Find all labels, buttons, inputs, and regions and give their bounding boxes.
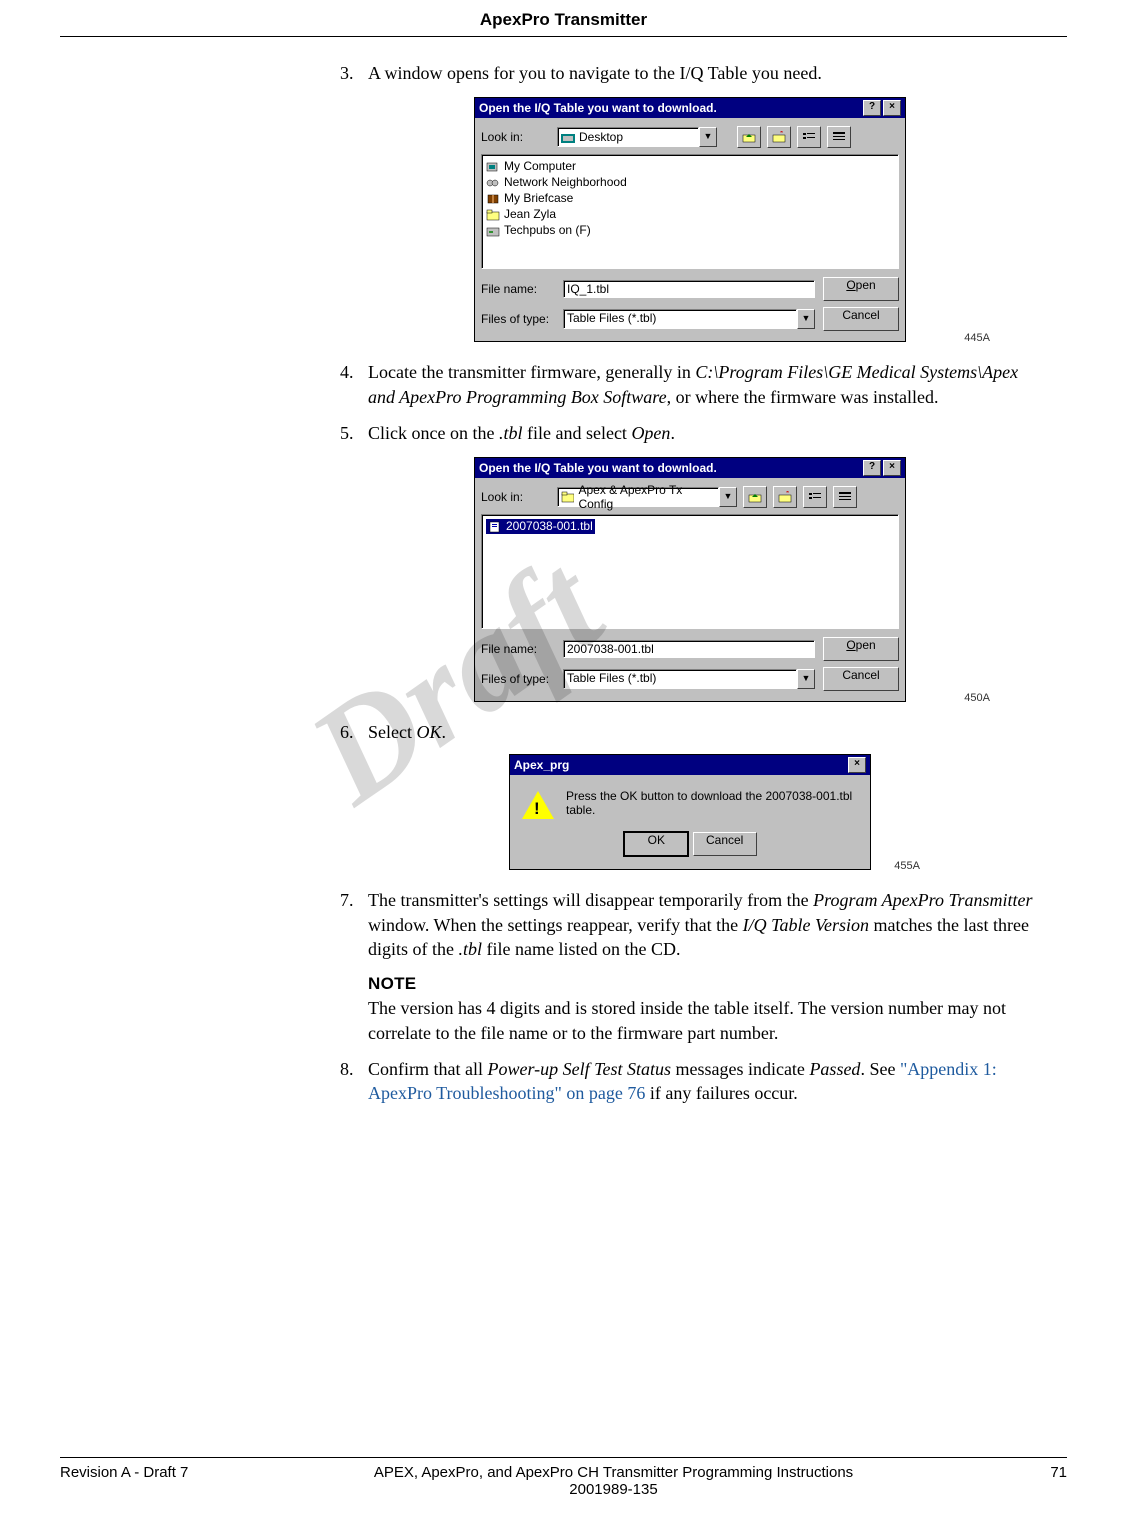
dialog-title: Open the I/Q Table you want to download.	[479, 461, 861, 475]
confirm-dialog: Apex_prg × Press the OK button to downlo…	[509, 754, 871, 870]
lookin-combo[interactable]: Apex & ApexPro Tx Config ▼	[557, 487, 737, 507]
step-6: 6. Select OK.	[340, 720, 1040, 744]
open-button[interactable]: Open	[823, 637, 899, 661]
filetype-combo[interactable]: Table Files (*.tbl) ▼	[563, 669, 815, 689]
chevron-down-icon[interactable]: ▼	[797, 309, 815, 329]
list-item[interactable]: Techpubs on (F)	[486, 223, 894, 238]
footer-revision: Revision A - Draft 7	[60, 1464, 260, 1498]
step-number: 4.	[340, 360, 368, 409]
file-listbox[interactable]: My Computer Network Neighborhood My Brie…	[481, 154, 899, 269]
list-item[interactable]: Jean Zyla	[486, 207, 894, 222]
filename-label: File name:	[481, 282, 555, 296]
lookin-label: Look in:	[481, 130, 551, 144]
note-body: The version has 4 digits and is stored i…	[368, 996, 1040, 1045]
dialog-titlebar: Open the I/Q Table you want to download.…	[475, 98, 905, 118]
dialog-title: Open the I/Q Table you want to download.	[479, 101, 861, 115]
step-8: 8. Confirm that all Power-up Self Test S…	[340, 1057, 1040, 1106]
close-icon[interactable]: ×	[883, 460, 901, 476]
step-text: Confirm that all Power-up Self Test Stat…	[368, 1057, 1040, 1106]
figure-ref: 450A	[964, 692, 990, 704]
step-text: Click once on the .tbl file and select O…	[368, 421, 1040, 445]
chevron-down-icon[interactable]: ▼	[719, 487, 737, 507]
new-folder-icon[interactable]: *	[773, 486, 797, 508]
help-icon[interactable]: ?	[863, 460, 881, 476]
list-item[interactable]: My Briefcase	[486, 191, 894, 206]
dialog-titlebar: Open the I/Q Table you want to download.…	[475, 458, 905, 478]
chevron-down-icon[interactable]: ▼	[797, 669, 815, 689]
step-text: Select OK.	[368, 720, 1040, 744]
step-text: The transmitter's settings will disappea…	[368, 888, 1040, 1044]
warning-icon	[522, 791, 554, 819]
details-view-icon[interactable]	[833, 486, 857, 508]
list-item[interactable]: Network Neighborhood	[486, 175, 894, 190]
step-number: 6.	[340, 720, 368, 744]
up-folder-icon[interactable]	[743, 486, 767, 508]
chevron-down-icon[interactable]: ▼	[699, 127, 717, 147]
figure-ref: 445A	[964, 332, 990, 344]
page-header: ApexPro Transmitter	[60, 10, 1067, 37]
list-item-selected[interactable]: 2007038-001.tbl	[486, 519, 595, 534]
dialog-titlebar: Apex_prg ×	[510, 755, 870, 775]
step-number: 3.	[340, 61, 368, 85]
note-heading: NOTE	[368, 973, 1040, 996]
filename-input[interactable]: IQ_1.tbl	[563, 280, 815, 298]
cancel-button[interactable]: Cancel	[693, 832, 757, 856]
cancel-button[interactable]: Cancel	[823, 667, 899, 691]
close-icon[interactable]: ×	[848, 757, 866, 773]
step-text: A window opens for you to navigate to th…	[368, 61, 1040, 85]
step-number: 7.	[340, 888, 368, 1044]
lookin-combo[interactable]: Desktop ▼	[557, 127, 717, 147]
new-folder-icon[interactable]: *	[767, 126, 791, 148]
dialog-title: Apex_prg	[514, 758, 846, 772]
step-4: 4. Locate the transmitter firmware, gene…	[340, 360, 1040, 409]
footer-title: APEX, ApexPro, and ApexPro CH Transmitte…	[260, 1464, 967, 1498]
help-icon[interactable]: ?	[863, 100, 881, 116]
open-dialog-2: Open the I/Q Table you want to download.…	[474, 457, 906, 702]
close-icon[interactable]: ×	[883, 100, 901, 116]
dialog-message: Press the OK button to download the 2007…	[566, 789, 858, 817]
figure-ref: 455A	[894, 860, 920, 872]
filetype-combo[interactable]: Table Files (*.tbl) ▼	[563, 309, 815, 329]
file-listbox[interactable]: 2007038-001.tbl	[481, 514, 899, 629]
lookin-value: Desktop	[579, 130, 623, 144]
list-view-icon[interactable]	[803, 486, 827, 508]
list-view-icon[interactable]	[797, 126, 821, 148]
filename-label: File name:	[481, 642, 555, 656]
filetype-label: Files of type:	[481, 312, 555, 326]
svg-text:*: *	[786, 491, 789, 498]
step-7: 7. The transmitter's settings will disap…	[340, 888, 1040, 1044]
up-folder-icon[interactable]	[737, 126, 761, 148]
step-5: 5. Click once on the .tbl file and selec…	[340, 421, 1040, 445]
page-footer: Revision A - Draft 7 APEX, ApexPro, and …	[60, 1457, 1067, 1498]
svg-text:*: *	[780, 131, 783, 138]
footer-page-number: 71	[967, 1464, 1067, 1498]
ok-button[interactable]: OK	[623, 831, 689, 857]
step-number: 8.	[340, 1057, 368, 1106]
open-dialog-1: Open the I/Q Table you want to download.…	[474, 97, 906, 342]
cancel-button[interactable]: Cancel	[823, 307, 899, 331]
details-view-icon[interactable]	[827, 126, 851, 148]
list-item[interactable]: My Computer	[486, 159, 894, 174]
step-number: 5.	[340, 421, 368, 445]
open-button[interactable]: Open	[823, 277, 899, 301]
filename-input[interactable]: 2007038-001.tbl	[563, 640, 815, 658]
filetype-label: Files of type:	[481, 672, 555, 686]
lookin-label: Look in:	[481, 490, 551, 504]
step-text: Locate the transmitter firmware, general…	[368, 360, 1040, 409]
step-3: 3. A window opens for you to navigate to…	[340, 61, 1040, 85]
lookin-value: Apex & ApexPro Tx Config	[578, 483, 715, 511]
